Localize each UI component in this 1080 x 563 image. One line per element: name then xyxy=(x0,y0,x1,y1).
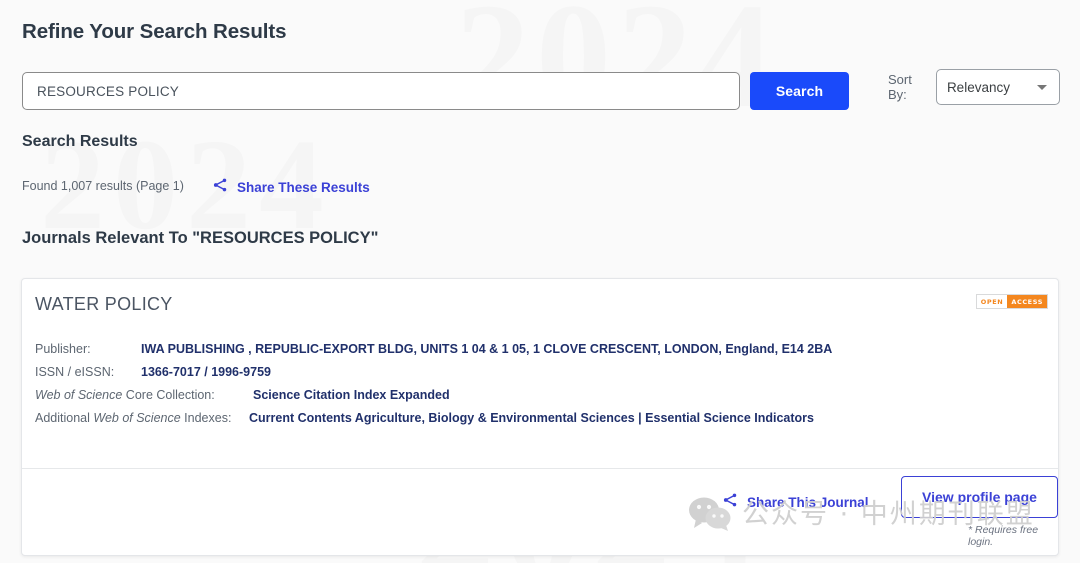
search-bar: Search Sort By: Relevancy xyxy=(22,69,1060,112)
background-watermark-text: 2024 xyxy=(455,0,779,142)
journals-relevant-heading: Journals Relevant To "RESOURCES POLICY" xyxy=(22,229,379,247)
metadata-row-additional-indexes: Additional Web of Science Indexes: Curre… xyxy=(35,410,1035,427)
journal-card-footer: Share This Journal View profile page * R… xyxy=(22,469,1058,556)
issn-value: 1366-7017 / 1996-9759 xyxy=(141,365,271,379)
issn-label: ISSN / eISSN: xyxy=(35,365,115,379)
additional-indexes-value: Current Contents Agriculture, Biology & … xyxy=(249,411,814,425)
share-these-results-link[interactable]: Share These Results xyxy=(212,177,370,198)
sort-by-select[interactable]: Relevancy xyxy=(935,69,1060,105)
open-access-badge: OPEN ACCESS xyxy=(975,294,1048,309)
requires-login-note: * Requires free login. xyxy=(968,524,1039,548)
metadata-row-publisher: Publisher: IWA PUBLISHING , REPUBLIC-EXP… xyxy=(35,341,1035,358)
core-collection-label: Web of Science Core Collection: xyxy=(35,387,253,404)
sort-by-control: Sort By: Relevancy xyxy=(888,69,1060,105)
results-count: Found 1,007 results (Page 1) xyxy=(22,179,184,193)
publisher-label: Publisher: xyxy=(35,342,91,356)
metadata-row-issn: ISSN / eISSN: 1366-7017 / 1996-9759 xyxy=(35,364,1035,381)
chevron-down-icon xyxy=(1036,85,1047,90)
metadata-row-core-collection: Web of Science Core Collection: Science … xyxy=(35,387,1035,404)
share-this-journal-label: Share This Journal xyxy=(747,495,869,510)
journal-card: WATER POLICY OPEN ACCESS Publisher: IWA … xyxy=(21,278,1059,556)
share-icon xyxy=(212,177,229,198)
search-input[interactable] xyxy=(22,72,740,110)
share-these-results-label: Share These Results xyxy=(237,180,370,195)
share-this-journal-link[interactable]: Share This Journal xyxy=(722,492,869,513)
additional-indexes-label: Additional Web of Science Indexes: xyxy=(35,410,249,427)
additional-indexes-label-italic: Web of Science xyxy=(93,411,181,425)
open-access-badge-open: OPEN xyxy=(980,297,1004,306)
page-title: Refine Your Search Results xyxy=(22,20,287,43)
core-collection-value: Science Citation Index Expanded xyxy=(253,388,450,402)
sort-by-value: Relevancy xyxy=(946,79,1010,95)
sort-by-label: Sort By: xyxy=(888,72,912,102)
open-access-badge-access: ACCESS xyxy=(1007,295,1047,308)
journal-metadata: Publisher: IWA PUBLISHING , REPUBLIC-EXP… xyxy=(35,341,1035,433)
core-collection-label-italic: Web of Science xyxy=(35,388,123,402)
publisher-value: IWA PUBLISHING , REPUBLIC-EXPORT BLDG, U… xyxy=(141,342,833,356)
journal-title: WATER POLICY xyxy=(35,294,173,314)
additional-indexes-label-rest: Indexes: xyxy=(180,411,232,425)
search-results-heading: Search Results xyxy=(22,133,138,150)
core-collection-label-rest: Core Collection: xyxy=(122,388,215,402)
view-profile-page-button[interactable]: View profile page xyxy=(901,476,1058,518)
share-icon xyxy=(722,492,739,513)
additional-indexes-label-prefix: Additional xyxy=(35,411,94,425)
search-button[interactable]: Search xyxy=(750,72,849,110)
